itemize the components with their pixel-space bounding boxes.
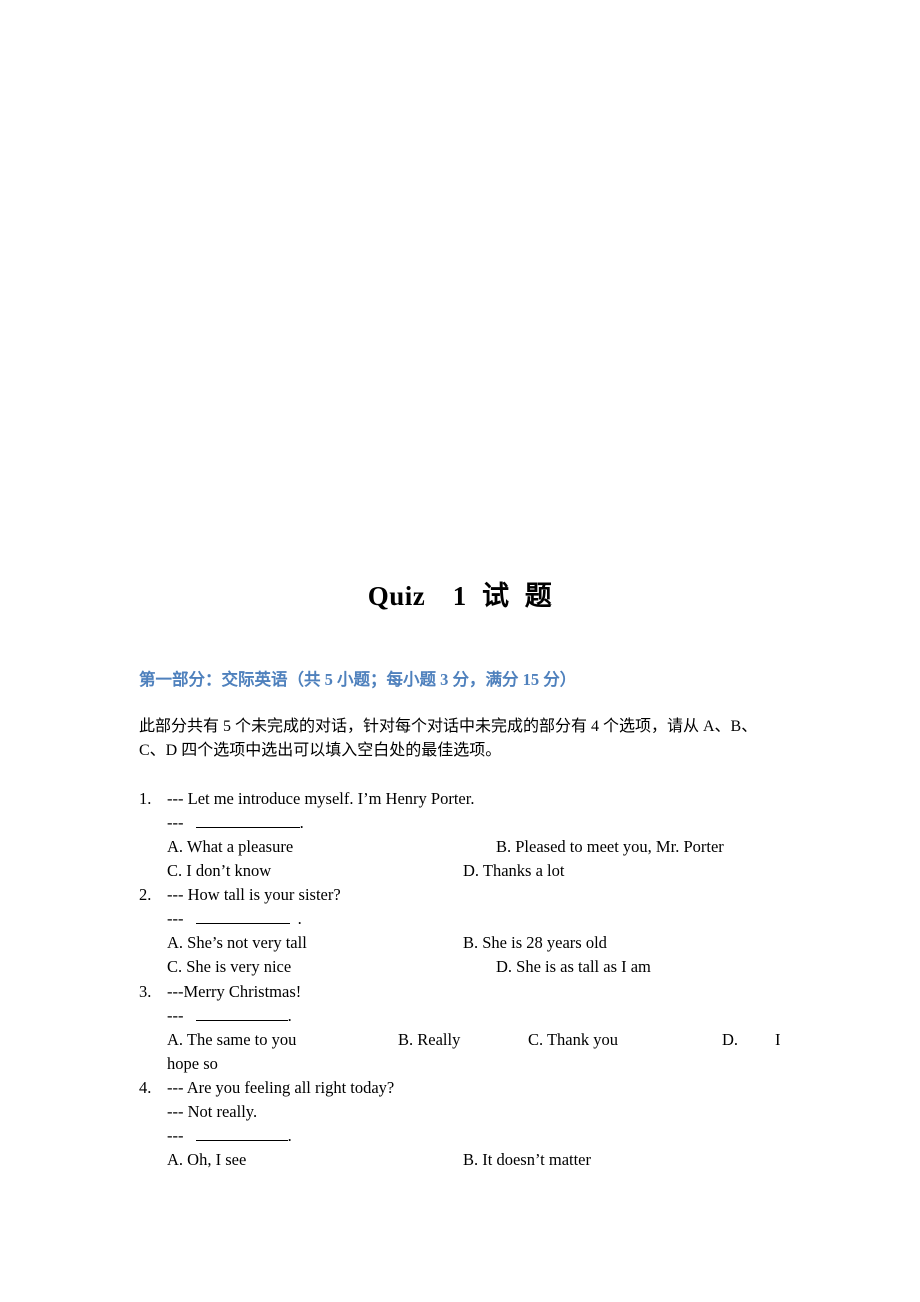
question-number: 2. <box>139 885 152 904</box>
answer-suffix: . <box>287 1006 292 1025</box>
section-instructions: 此部分共有 5 个未完成的对话，针对每个对话中未完成的部分有 4 个选项，请从 … <box>139 715 787 763</box>
answer-prefix: --- <box>167 813 184 832</box>
option-c[interactable]: C. She is very nice <box>167 955 291 979</box>
question-prompt-reply: --- Not really. <box>167 1102 258 1121</box>
option-d[interactable]: D. She is as tall as I am <box>496 955 651 979</box>
option-a[interactable]: A. Oh, I see <box>167 1148 246 1172</box>
question-prompt: --- How tall is your sister? <box>167 885 341 904</box>
option-d-text-continued[interactable]: hope so <box>167 1052 218 1076</box>
answer-suffix: . <box>299 813 304 832</box>
question-prompt: --- Are you feeling all right today? <box>167 1078 395 1097</box>
answer-blank-line: --- . <box>167 907 302 931</box>
answer-blank[interactable] <box>195 908 290 924</box>
answer-prefix: --- <box>167 1126 184 1145</box>
answer-blank-line: --- . <box>167 811 304 835</box>
option-c[interactable]: C. I don’t know <box>167 859 271 883</box>
question-prompt: --- Let me introduce myself. I’m Henry P… <box>167 789 475 808</box>
question-prompt: ---Merry Christmas! <box>167 982 302 1001</box>
option-b[interactable]: B. She is 28 years old <box>463 931 607 955</box>
answer-blank[interactable] <box>195 1005 288 1021</box>
option-d[interactable]: D. Thanks a lot <box>463 859 564 883</box>
answer-prefix: --- <box>167 1006 184 1025</box>
question-number: 1. <box>139 789 152 808</box>
answer-suffix: . <box>287 1126 292 1145</box>
option-b[interactable]: B. Really <box>398 1028 460 1052</box>
answer-blank[interactable] <box>195 812 300 828</box>
instructions-line: C、D 四个选项中选出可以填入空白处的最佳选项。 <box>139 742 502 759</box>
answer-blank[interactable] <box>195 1125 288 1141</box>
instructions-line: 此部分共有 5 个未完成的对话，针对每个对话中未完成的部分有 4 个选项，请从 … <box>139 718 758 735</box>
option-b[interactable]: B. Pleased to meet you, Mr. Porter <box>496 835 724 859</box>
option-a[interactable]: A. She’s not very tall <box>167 931 307 955</box>
option-a[interactable]: A. The same to you <box>167 1028 296 1052</box>
option-a[interactable]: A. What a pleasure <box>167 835 293 859</box>
question-number: 4. <box>139 1078 152 1097</box>
option-c[interactable]: C. Thank you <box>528 1028 618 1052</box>
answer-blank-line: --- . <box>167 1124 292 1148</box>
answer-prefix: --- <box>167 909 184 928</box>
document-page: Quiz 1 试 题 第一部分：交际英语（共 5 小题；每小题 3 分，满分 1… <box>0 0 920 1302</box>
answer-suffix: . <box>297 909 302 928</box>
question-number: 3. <box>139 982 152 1001</box>
option-b[interactable]: B. It doesn’t matter <box>463 1148 591 1172</box>
page-title: Quiz 1 试 题 <box>367 581 553 611</box>
option-d-label[interactable]: D. <box>722 1028 738 1052</box>
option-d-text-start[interactable]: I <box>775 1028 781 1052</box>
section-heading: 第一部分：交际英语（共 5 小题；每小题 3 分，满分 15 分） <box>139 670 577 689</box>
answer-blank-line: --- . <box>167 1004 292 1028</box>
